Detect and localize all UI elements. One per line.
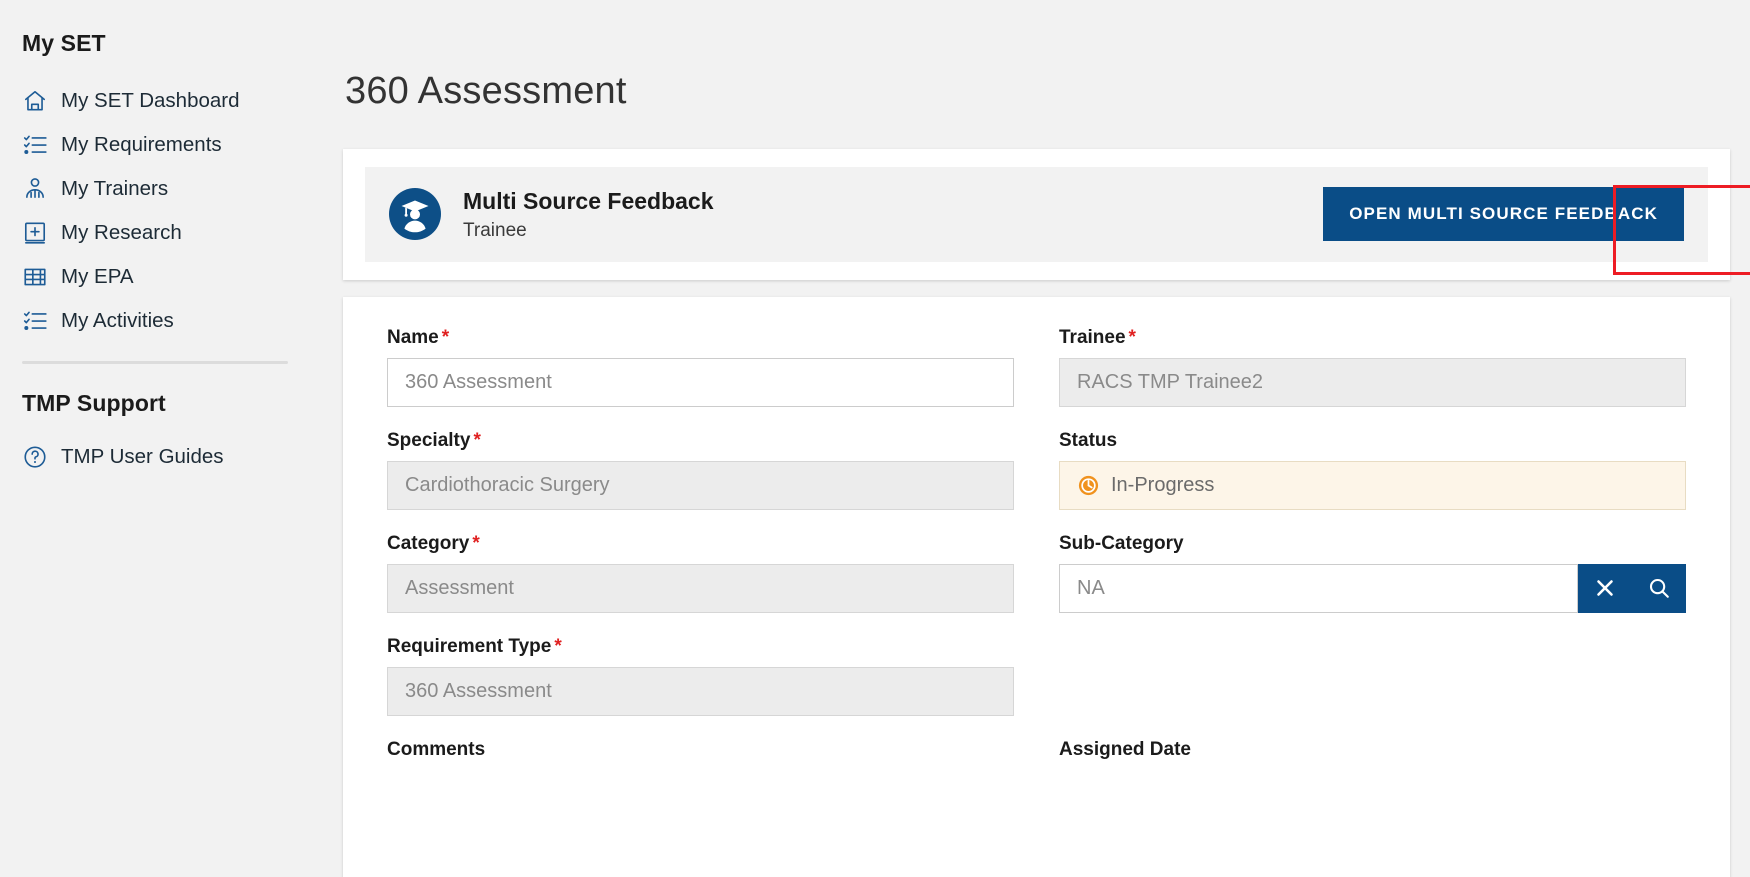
field-requirement-type: Requirement Type * 360 Assessment [387, 636, 1014, 716]
field-sub-category: Sub-Category NA [1059, 533, 1686, 613]
sidebar-item-my-requirements[interactable]: My Requirements [0, 123, 310, 167]
table-grid-icon [22, 264, 48, 290]
question-circle-icon [22, 444, 48, 470]
multi-source-feedback-title: Multi Source Feedback [463, 188, 714, 214]
close-x-icon [1593, 576, 1617, 600]
requirement-type-input: 360 Assessment [387, 666, 1014, 716]
sub-category-search-button[interactable] [1632, 563, 1686, 613]
sidebar-item-label: My Requirements [61, 133, 222, 157]
trainee-input: RACS TMP Trainee2 [1059, 357, 1686, 407]
sidebar-item-my-epa[interactable]: My EPA [0, 255, 310, 299]
required-asterisk: * [473, 429, 481, 451]
field-status-label: Status [1059, 430, 1686, 452]
sub-category-input-group: NA [1059, 563, 1686, 613]
field-name: Name * 360 Assessment [387, 327, 1014, 407]
field-category: Category * Assessment [387, 533, 1014, 613]
checklist-icon [22, 308, 48, 334]
sidebar-item-label: My EPA [61, 265, 134, 289]
status-value: In-Progress [1111, 473, 1215, 496]
book-plus-icon [22, 220, 48, 246]
assessment-form-card: Name * 360 Assessment Trainee * RACS TMP T… [343, 296, 1730, 877]
multi-source-feedback-card: Multi Source Feedback Trainee OPEN MULTI… [343, 149, 1730, 280]
status-input: In-Progress [1059, 460, 1686, 510]
sidebar-item-tmp-user-guides[interactable]: TMP User Guides [0, 435, 310, 479]
open-feedback-button-wrap: OPEN MULTI SOURCE FEEDBACK [1323, 187, 1684, 242]
sidebar-item-label: My SET Dashboard [61, 89, 240, 113]
field-specialty-label-text: Specialty [387, 429, 471, 451]
bottom-field-labels: Comments Assigned Date [387, 739, 1686, 770]
field-name-label: Name * [387, 327, 1014, 349]
field-requirement-type-label: Requirement Type * [387, 636, 1014, 658]
field-status-label-text: Status [1059, 429, 1118, 451]
assessment-form-grid: Name * 360 Assessment Trainee * RACS TMP T… [387, 327, 1686, 739]
field-comments-label: Comments [387, 738, 486, 760]
sidebar-item-my-set-dashboard[interactable]: My SET Dashboard [0, 79, 310, 123]
sidebar-item-label: My Research [61, 221, 182, 245]
field-category-label-text: Category [387, 532, 470, 554]
sidebar-item-label: My Activities [61, 309, 174, 333]
sidebar: My SET My SET Dashboard My Requirements [0, 0, 310, 877]
field-assigned-date-label: Assigned Date [1059, 738, 1191, 760]
sidebar-section-heading-tmp-support: TMP Support [22, 390, 166, 416]
field-status: Status In-Progress [1059, 430, 1686, 510]
sidebar-item-label: TMP User Guides [61, 445, 224, 469]
clock-progress-icon [1077, 474, 1100, 497]
app-root: My SET My SET Dashboard My Requirements [0, 0, 1750, 877]
field-trainee-label-text: Trainee [1059, 326, 1126, 348]
sidebar-item-label: My Trainers [61, 177, 169, 201]
sub-category-input[interactable]: NA [1059, 563, 1578, 613]
page-title: 360 Assessment [345, 70, 627, 112]
open-multi-source-feedback-button[interactable]: OPEN MULTI SOURCE FEEDBACK [1323, 187, 1684, 242]
sidebar-item-my-trainers[interactable]: My Trainers [0, 167, 310, 211]
sidebar-item-my-research[interactable]: My Research [0, 211, 310, 255]
person-tie-icon [22, 176, 48, 202]
home-icon [22, 88, 48, 114]
field-trainee: Trainee * RACS TMP Trainee2 [1059, 327, 1686, 407]
field-requirement-type-label-text: Requirement Type [387, 635, 552, 657]
multi-source-feedback-subtitle: Trainee [463, 219, 527, 241]
main-content: 360 Assessment Multi Source Feedback Tra… [310, 0, 1750, 877]
sidebar-divider [22, 361, 288, 364]
sidebar-section-heading-my-set: My SET [22, 30, 106, 56]
magnifier-icon [1647, 576, 1671, 600]
required-asterisk: * [554, 635, 562, 657]
sub-category-buttons [1578, 563, 1686, 613]
field-name-label-text: Name [387, 326, 439, 348]
required-asterisk: * [472, 532, 480, 554]
field-specialty: Specialty * Cardiothoracic Surgery [387, 430, 1014, 510]
graduate-avatar-icon [389, 188, 441, 241]
multi-source-feedback-card-inner: Multi Source Feedback Trainee OPEN MULTI… [365, 167, 1708, 262]
specialty-input: Cardiothoracic Surgery [387, 460, 1014, 510]
sidebar-item-my-activities[interactable]: My Activities [0, 299, 310, 343]
field-sub-category-label: Sub-Category [1059, 533, 1686, 555]
category-input: Assessment [387, 563, 1014, 613]
field-trainee-label: Trainee * [1059, 327, 1686, 349]
required-asterisk: * [441, 326, 450, 348]
field-category-label: Category * [387, 533, 1014, 555]
multi-source-feedback-texts: Multi Source Feedback Trainee [463, 187, 714, 242]
required-asterisk: * [1128, 326, 1136, 348]
field-sub-category-label-text: Sub-Category [1059, 532, 1184, 554]
field-specialty-label: Specialty * [387, 430, 1014, 452]
checklist-icon [22, 132, 48, 158]
sub-category-clear-button[interactable] [1578, 563, 1632, 613]
name-input[interactable]: 360 Assessment [387, 357, 1014, 407]
